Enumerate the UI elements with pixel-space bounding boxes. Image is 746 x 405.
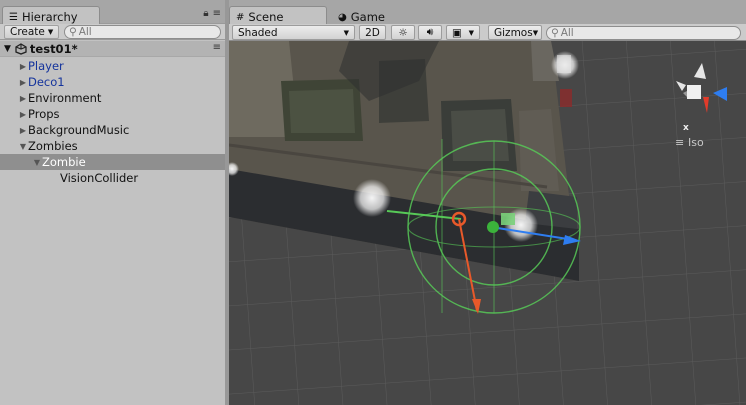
grid-icon: # bbox=[236, 11, 245, 23]
game-icon: ◕ bbox=[338, 11, 347, 23]
tab-hierarchy[interactable]: ☰ Hierarchy bbox=[2, 6, 100, 25]
collapse-arrow-icon[interactable]: ▶ bbox=[18, 126, 28, 135]
hierarchy-tabstrip: ☰ Hierarchy 🔒︎ ≡ bbox=[0, 0, 225, 25]
scene-viewport[interactable]: x ≡ Iso bbox=[229, 41, 746, 405]
hierarchy-item[interactable]: ▶ Deco1 bbox=[0, 74, 225, 90]
lighting-toggle[interactable]: ☼ bbox=[391, 25, 415, 40]
toggle-2d-label: 2D bbox=[365, 26, 380, 39]
scene-search-input[interactable]: ⚲ All bbox=[546, 26, 741, 40]
chevron-down-icon: ▼ bbox=[532, 28, 539, 37]
hierarchy-item-label: Props bbox=[28, 107, 60, 121]
hierarchy-toolbar: Create ▼ ⚲ All bbox=[0, 24, 225, 40]
collapse-arrow-icon[interactable]: ▶ bbox=[18, 110, 28, 119]
scene-toolbar: Shaded ▼ 2D ☼ 🔊︎ ▣ ▼ Gizmos ▼ ⚲ All bbox=[229, 24, 746, 41]
create-dropdown[interactable]: Create ▼ bbox=[4, 25, 60, 39]
create-label: Create bbox=[10, 26, 45, 38]
vehicle-prop bbox=[557, 55, 571, 73]
scene-root-row[interactable]: ▼ test01* ≡ bbox=[0, 41, 225, 57]
gizmo-axis-label: x bbox=[683, 123, 689, 133]
expand-arrow-icon[interactable]: ▼ bbox=[4, 44, 11, 54]
hierarchy-item[interactable]: ▼ Zombies bbox=[0, 138, 225, 154]
hierarchy-search-placeholder: All bbox=[78, 26, 92, 38]
tab-game[interactable]: ◕ Game bbox=[331, 6, 427, 25]
scene-panel: # Scene ◕ Game Shaded ▼ 2D ☼ 🔊︎ ▣ ▼ Gizm… bbox=[229, 0, 746, 405]
search-icon: ⚲ bbox=[69, 26, 77, 38]
gizmos-dropdown[interactable]: Gizmos ▼ bbox=[488, 25, 542, 40]
panel-menu-icon[interactable]: ≡ bbox=[213, 8, 221, 19]
hierarchy-item[interactable]: ▶ BackgroundMusic bbox=[0, 122, 225, 138]
expand-arrow-icon[interactable]: ▼ bbox=[32, 158, 42, 167]
hierarchy-item[interactable]: ▶ Player bbox=[0, 58, 225, 74]
effects-dropdown[interactable]: ▣ ▼ bbox=[446, 25, 480, 40]
list-icon: ☰ bbox=[9, 11, 18, 23]
collapse-arrow-icon[interactable]: ▶ bbox=[18, 62, 28, 71]
hierarchy-item[interactable]: ▶ Props bbox=[0, 106, 225, 122]
zombie-selection[interactable] bbox=[501, 213, 515, 225]
tab-hierarchy-label: Hierarchy bbox=[21, 10, 78, 24]
speaker-icon: 🔊︎ bbox=[426, 26, 434, 38]
shading-mode-dropdown[interactable]: Shaded ▼ bbox=[232, 25, 355, 40]
hierarchy-item-label: Deco1 bbox=[28, 75, 65, 89]
chevron-down-icon: ▼ bbox=[343, 28, 349, 37]
hierarchy-item-label: Zombie bbox=[42, 155, 86, 169]
vehicle-prop bbox=[560, 89, 572, 107]
sun-icon: ☼ bbox=[398, 26, 408, 39]
chevron-down-icon: ▼ bbox=[47, 28, 54, 36]
hierarchy-item-label: Zombies bbox=[28, 139, 78, 153]
scene-search-placeholder: All bbox=[560, 27, 574, 39]
center-handle[interactable] bbox=[487, 221, 499, 233]
point-light[interactable] bbox=[353, 179, 391, 217]
shading-mode-label: Shaded bbox=[238, 26, 278, 39]
scene-name: test01* bbox=[29, 41, 78, 56]
hierarchy-item-label: Player bbox=[28, 59, 64, 73]
center-cube[interactable] bbox=[687, 85, 701, 99]
collapse-arrow-icon[interactable]: ▶ bbox=[18, 94, 28, 103]
hierarchy-tree: ▶ Player ▶ Deco1 ▶ Environment ▶ Props ▶ Backgrou… bbox=[0, 58, 225, 186]
scene-tabstrip: # Scene ◕ Game bbox=[229, 0, 746, 25]
projection-menu-icon[interactable]: ≡ bbox=[675, 136, 684, 149]
hierarchy-panel: ☰ Hierarchy 🔒︎ ≡ Create ▼ ⚲ All ▼ test01… bbox=[0, 0, 225, 405]
hierarchy-item-label: VisionCollider bbox=[60, 171, 139, 185]
expand-arrow-icon[interactable]: ▼ bbox=[18, 142, 28, 151]
tab-scene[interactable]: # Scene bbox=[229, 6, 327, 25]
projection-label[interactable]: Iso bbox=[688, 136, 704, 149]
lock-icon[interactable]: 🔒︎ bbox=[203, 8, 208, 19]
hierarchy-item[interactable]: ▼ Zombie bbox=[0, 154, 225, 170]
scene-render[interactable]: x ≡ Iso bbox=[229, 41, 746, 405]
search-icon: ⚲ bbox=[551, 27, 559, 39]
scene-menu-icon[interactable]: ≡ bbox=[213, 42, 221, 53]
collapse-arrow-icon[interactable]: ▶ bbox=[18, 78, 28, 87]
tab-scene-label: Scene bbox=[248, 10, 284, 24]
unity-scene-icon bbox=[15, 42, 27, 55]
gizmos-label: Gizmos bbox=[494, 26, 533, 39]
tab-game-label: Game bbox=[350, 10, 385, 24]
toggle-2d-button[interactable]: 2D bbox=[359, 25, 386, 40]
hierarchy-item-label: Environment bbox=[28, 91, 102, 105]
hierarchy-search-input[interactable]: ⚲ All bbox=[64, 25, 221, 39]
audio-toggle[interactable]: 🔊︎ bbox=[418, 25, 442, 40]
image-icon: ▣ bbox=[452, 26, 462, 39]
hierarchy-panel-controls: 🔒︎ ≡ bbox=[203, 8, 221, 19]
chevron-down-icon: ▼ bbox=[468, 28, 474, 37]
hierarchy-item-label: BackgroundMusic bbox=[28, 123, 130, 137]
hierarchy-item[interactable]: ▶ Environment bbox=[0, 90, 225, 106]
hierarchy-item[interactable]: VisionCollider bbox=[0, 170, 225, 186]
